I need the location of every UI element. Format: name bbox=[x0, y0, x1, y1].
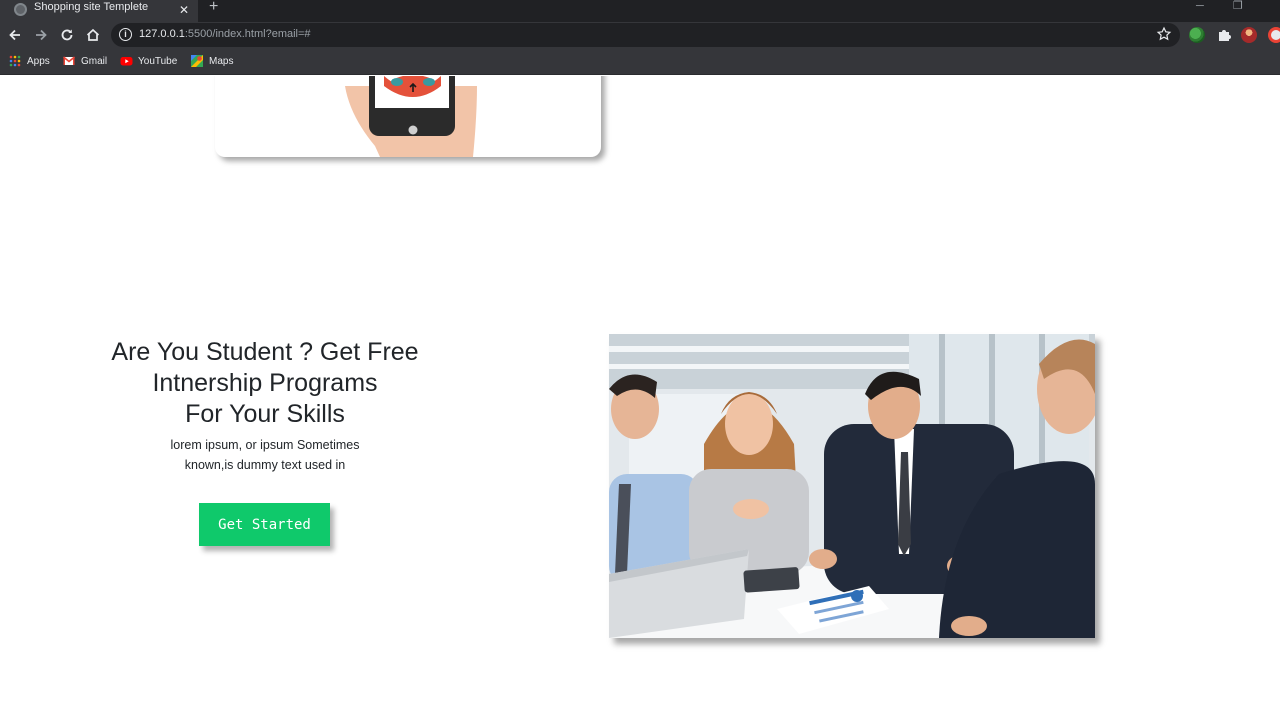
address-bar[interactable]: i 127.0.0.1:5500/index.html?email=# bbox=[111, 23, 1180, 47]
new-tab-icon[interactable]: + bbox=[209, 0, 218, 15]
app-illustration-card bbox=[215, 76, 601, 157]
minimize-icon[interactable]: ─ bbox=[1196, 0, 1204, 12]
bookmark-label: YouTube bbox=[138, 55, 178, 67]
info-icon[interactable]: i bbox=[119, 28, 132, 41]
browser-toolbar: i 127.0.0.1:5500/index.html?email=# bbox=[0, 22, 1280, 48]
bookmark-label: Gmail bbox=[81, 55, 108, 67]
heading-line: For Your Skills bbox=[185, 400, 345, 428]
description-line: lorem ipsum, or ipsum Sometimes bbox=[170, 438, 360, 452]
heading-line: Intnership Programs bbox=[152, 369, 378, 397]
tab-title: Shopping site Templete bbox=[34, 1, 149, 13]
bookmark-label: Maps bbox=[209, 55, 234, 67]
url-text: 127.0.0.1:5500/index.html?email=# bbox=[139, 28, 311, 40]
bookmark-star-icon[interactable] bbox=[1156, 26, 1172, 42]
youtube-icon bbox=[120, 55, 133, 67]
apps-grid-icon bbox=[9, 55, 21, 67]
gmail-icon bbox=[62, 55, 76, 67]
forward-icon[interactable] bbox=[32, 26, 50, 44]
bookmark-maps[interactable]: Maps bbox=[191, 53, 233, 69]
globe-icon bbox=[14, 3, 27, 16]
profile-icon[interactable] bbox=[1268, 27, 1280, 43]
bookmark-label: Apps bbox=[27, 55, 50, 67]
home-icon[interactable] bbox=[84, 26, 102, 44]
restore-icon[interactable]: ❐ bbox=[1233, 0, 1243, 12]
extension-icon[interactable] bbox=[1189, 27, 1205, 43]
page-viewport: Are You Student ? Get Free Intnership Pr… bbox=[0, 76, 1280, 706]
phone-in-hand-illustration bbox=[345, 76, 477, 157]
bookmark-gmail[interactable]: Gmail bbox=[62, 53, 108, 69]
heading-line: Are You Student ? Get Free bbox=[111, 338, 419, 366]
close-tab-icon[interactable]: ✕ bbox=[179, 2, 189, 18]
back-icon[interactable] bbox=[6, 26, 24, 44]
avatar[interactable] bbox=[1241, 27, 1257, 43]
reload-icon[interactable] bbox=[58, 26, 76, 44]
maps-icon bbox=[191, 55, 203, 67]
bookmarks-bar: Apps Gmail YouTube Maps bbox=[0, 48, 1280, 75]
bookmark-apps[interactable]: Apps bbox=[9, 53, 50, 69]
tab-strip: Shopping site Templete ✕ + ─ ❐ bbox=[0, 0, 1280, 22]
get-started-button[interactable]: Get Started bbox=[199, 503, 330, 546]
hero-heading: Are You Student ? Get Free Intnership Pr… bbox=[60, 337, 470, 430]
description-line: known,is dummy text used in bbox=[184, 458, 346, 472]
bookmark-youtube[interactable]: YouTube bbox=[120, 53, 177, 69]
business-meeting-photo bbox=[609, 334, 1095, 638]
browser-tab[interactable]: Shopping site Templete ✕ bbox=[0, 0, 198, 22]
hero-description: lorem ipsum, or ipsum Sometimes known,is… bbox=[130, 435, 400, 475]
puzzle-icon[interactable] bbox=[1216, 27, 1232, 43]
